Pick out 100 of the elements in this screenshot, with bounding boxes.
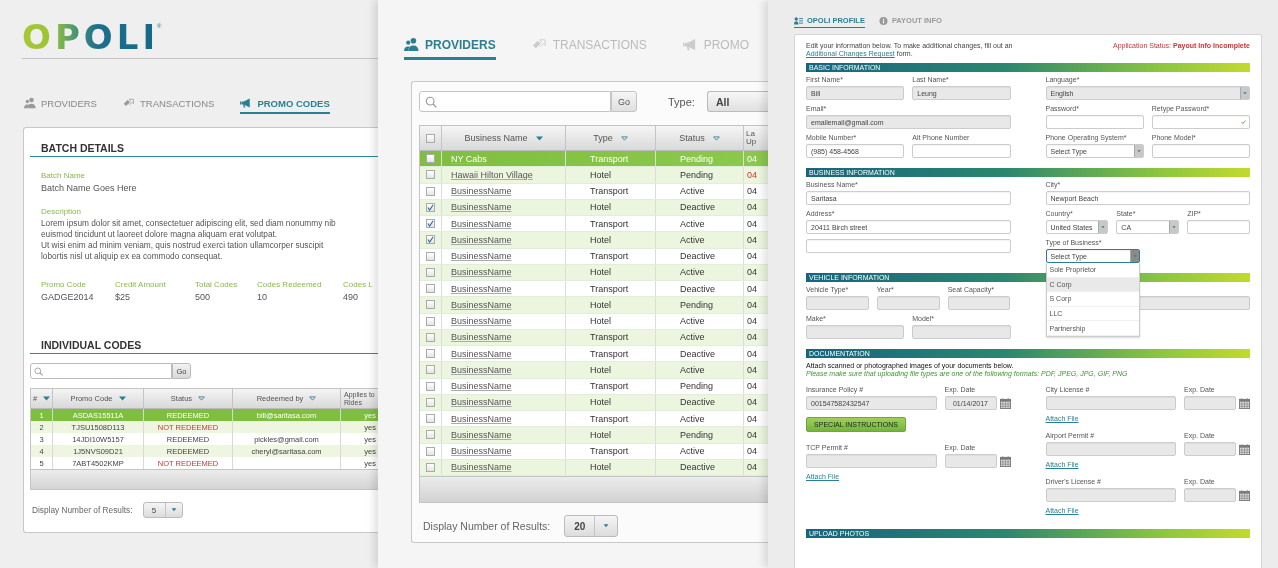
business-link[interactable]: BusinessName xyxy=(451,381,512,392)
business-link[interactable]: BusinessName xyxy=(451,446,512,457)
input-field[interactable] xyxy=(1151,115,1250,129)
field-value: Batch Name Goes Here xyxy=(41,183,138,193)
checkbox[interactable] xyxy=(426,219,435,229)
table-cell: Hotel xyxy=(566,394,656,410)
table-cell: Transport xyxy=(566,151,656,167)
business-link[interactable]: BusinessName xyxy=(451,316,512,327)
nav-tab[interactable]: PROVIDERS xyxy=(404,37,496,60)
business-link[interactable]: Hawaii Hilton Village xyxy=(451,169,533,180)
go-button[interactable]: Go xyxy=(611,91,637,112)
business-link[interactable]: BusinessName xyxy=(451,267,512,278)
table-cell: Pending xyxy=(656,167,744,183)
table-cell: Deactive xyxy=(656,459,744,475)
business-link[interactable]: BusinessName xyxy=(451,429,512,440)
caret-icon xyxy=(1172,225,1177,229)
type-select[interactable]: All xyxy=(706,91,768,112)
business-link[interactable]: BusinessName xyxy=(451,234,512,245)
table-row[interactable]: Hawaii Hilton Village Hotel Pending 04 xyxy=(420,167,768,184)
checkbox[interactable] xyxy=(426,414,435,424)
checkbox[interactable] xyxy=(426,170,435,180)
business-link[interactable]: BusinessName xyxy=(451,348,512,359)
business-link[interactable]: BusinessName xyxy=(451,186,512,197)
checkbox[interactable] xyxy=(426,446,435,456)
table-cell: Active xyxy=(656,362,744,378)
column-header[interactable]: La Up xyxy=(744,126,760,150)
table-row[interactable]: BusinessName Transport Active 04 xyxy=(420,216,768,233)
results-select[interactable]: 20 xyxy=(564,515,619,537)
table-row[interactable]: BusinessName Transport Active 04 xyxy=(420,411,768,428)
calendar-icon[interactable] xyxy=(1239,443,1250,455)
table-row[interactable]: BusinessName Hotel Active 04 xyxy=(420,362,768,379)
table-cell-text: 04 xyxy=(746,428,758,442)
column-header[interactable]: Status xyxy=(656,126,744,150)
business-link[interactable]: BusinessName xyxy=(451,332,512,343)
people-icon xyxy=(24,97,36,109)
field-value: 500 xyxy=(195,292,212,302)
checkbox[interactable] xyxy=(426,349,435,359)
checkbox[interactable] xyxy=(426,251,435,261)
table-row[interactable]: BusinessName Hotel Pending 04 xyxy=(420,427,768,444)
column-header[interactable]: Business Name xyxy=(442,126,566,150)
table-cell: Transport xyxy=(566,378,656,394)
table-cell-text: 04 xyxy=(746,412,758,426)
business-link[interactable]: BusinessName xyxy=(451,251,512,262)
business-link[interactable]: BusinessName xyxy=(451,218,512,229)
checkbox[interactable] xyxy=(426,365,435,375)
business-link[interactable]: BusinessName xyxy=(451,462,512,473)
calendar-icon[interactable] xyxy=(999,397,1011,409)
table-row[interactable]: BusinessName Hotel Pending 04 xyxy=(420,297,768,314)
table-cell-text: 04 xyxy=(746,331,758,345)
megaphone-icon xyxy=(682,37,698,52)
business-link[interactable]: BusinessName xyxy=(451,397,512,408)
checkbox[interactable] xyxy=(426,332,435,342)
table-cell: Deactive xyxy=(656,281,744,297)
checkbox[interactable] xyxy=(426,397,435,407)
table-row[interactable]: BusinessName Transport Deactive 04 xyxy=(420,346,768,363)
description-text: Lorem ipsum dolor sit amet, consectetuer adipiscing elit, sed diam nonummy nib euismod tincidunt ut laoreet dolore magna aliquam erat volutpat. Ut wisi enim ad minim veniam, quis nostrud exerci tation ullamcorper suscipit lobortis nisl ut aliquip ex ea commodo consequat. xyxy=(41,218,337,262)
input-field[interactable] xyxy=(1045,115,1144,129)
search-field[interactable] xyxy=(30,363,172,379)
input-field[interactable] xyxy=(806,239,1011,253)
calendar-icon[interactable] xyxy=(1239,489,1250,501)
table-cell-text: 04 xyxy=(746,233,758,247)
checkbox[interactable] xyxy=(426,316,435,326)
business-link[interactable]: BusinessName xyxy=(451,413,512,424)
results-select[interactable]: 5 xyxy=(142,502,183,518)
business-link[interactable]: BusinessName xyxy=(451,202,512,213)
input-field[interactable] xyxy=(912,144,1011,158)
checkbox[interactable] xyxy=(426,462,435,472)
checkbox[interactable] xyxy=(426,133,435,143)
input-field[interactable] xyxy=(1151,144,1250,158)
input-field[interactable] xyxy=(1187,220,1250,234)
table-cell-text: 04 xyxy=(746,315,758,329)
checkbox[interactable] xyxy=(426,381,435,391)
table-cell-text: 04 xyxy=(746,185,758,199)
table-cell: Transport xyxy=(566,281,656,297)
field-label: Total Codes xyxy=(195,280,239,289)
checkbox[interactable] xyxy=(426,284,435,294)
table-cell: Hotel xyxy=(566,232,656,248)
search-field[interactable] xyxy=(419,91,611,112)
calendar-icon[interactable] xyxy=(999,455,1011,467)
business-link[interactable]: BusinessName xyxy=(451,283,512,294)
table-cell: Transport xyxy=(566,411,656,427)
table-row[interactable]: BusinessName Hotel Active 04 xyxy=(420,232,768,249)
business-link[interactable]: BusinessName xyxy=(451,299,512,310)
checkbox[interactable] xyxy=(426,267,435,277)
column-header[interactable]: Type xyxy=(566,126,656,150)
checkbox[interactable] xyxy=(426,202,435,212)
table-cell: Deactive xyxy=(656,394,744,410)
checkbox[interactable] xyxy=(426,300,435,310)
checkbox[interactable] xyxy=(426,235,435,245)
table-cell: Active xyxy=(656,329,744,345)
results-label: Display Number of Results: xyxy=(423,520,551,532)
checkbox[interactable] xyxy=(426,154,435,164)
table-cell-text: 04 xyxy=(746,282,758,296)
business-link[interactable]: BusinessName xyxy=(451,364,512,375)
table-row[interactable]: BusinessName Transport Deactive 04 xyxy=(420,281,768,298)
calendar-icon[interactable] xyxy=(1239,397,1250,409)
field-label: Credit Amount xyxy=(115,280,167,289)
checkbox[interactable] xyxy=(426,186,435,196)
checkbox[interactable] xyxy=(426,430,435,440)
nav-tab[interactable]: PROMO CODES xyxy=(240,97,330,114)
